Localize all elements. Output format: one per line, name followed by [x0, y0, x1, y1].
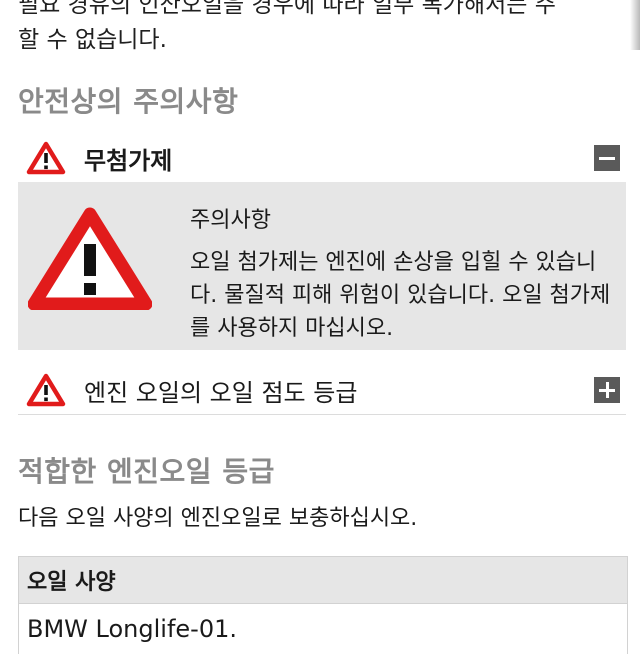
- accordion-item-label: 엔진 오일의 오일 점도 등급: [84, 378, 358, 407]
- safety-section-heading: 안전상의 주의사항: [18, 85, 239, 118]
- warning-icon: [26, 373, 66, 407]
- accordion-item-viscosity[interactable]: 엔진 오일의 오일 점도 등급: [18, 366, 626, 414]
- plus-icon[interactable]: [594, 377, 620, 403]
- intro-line-1: 필요 경유의 인산오일을 경우에 따라 일부 복가해서는 주: [18, 0, 556, 18]
- warning-panel: 주의사항 오일 첨가제는 엔진에 손상을 입힐 수 있습니다. 물질적 피해 위…: [18, 182, 626, 350]
- warning-icon: [26, 141, 66, 175]
- oil-description: 다음 오일 사양의 엔진오일로 보충하십시오.: [18, 506, 418, 531]
- oil-section-heading: 적합한 엔진오일 등급: [18, 455, 275, 488]
- divider: [18, 414, 626, 415]
- scroll-edge: [630, 0, 640, 50]
- warning-title: 주의사항: [190, 208, 271, 233]
- table-header: 오일 사양: [19, 557, 627, 603]
- intro-line-2: 할 수 없습니다.: [18, 27, 167, 53]
- accordion-item-label: 무첨가제: [84, 146, 173, 175]
- oil-spec-table: 오일 사양 BMW Longlife-01.: [18, 556, 628, 654]
- intro-paragraph: 필요 경유의 인산오일을 경우에 따라 일부 복가해서는 주 할 수 없습니다.: [18, 0, 618, 58]
- warning-body: 오일 첨가제는 엔진에 손상을 입힐 수 있습니다. 물질적 피해 위험이 있습…: [190, 250, 611, 341]
- large-warning-icon: [28, 207, 152, 310]
- table-row: BMW Longlife-01.: [19, 603, 627, 654]
- minus-icon[interactable]: [594, 145, 620, 171]
- accordion-item-additives[interactable]: 무첨가제: [18, 134, 626, 182]
